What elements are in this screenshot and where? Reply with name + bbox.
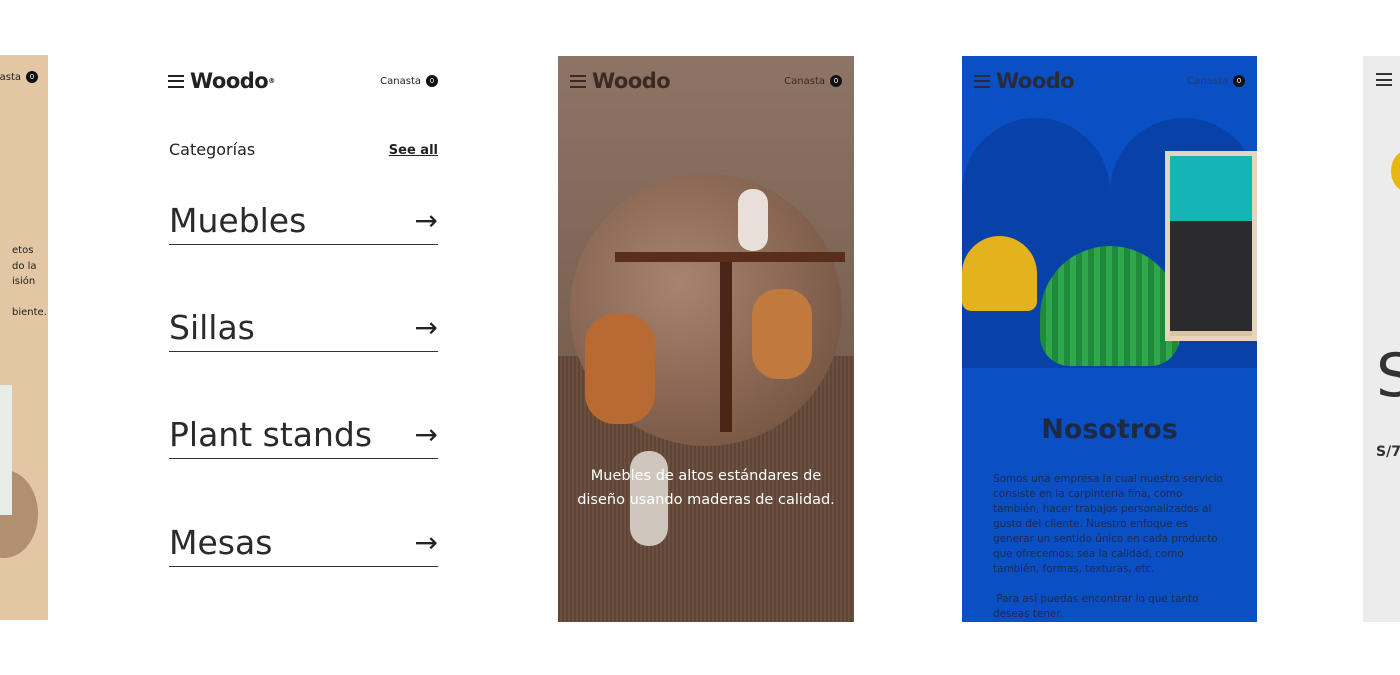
screen-hero: Woodo Canasta 0 Muebles de altos estánda… <box>558 56 854 622</box>
text-line: etos <box>12 245 34 256</box>
screen-categories: Woodo ® Canasta 0 Categorías See all Mueb… <box>150 56 455 622</box>
menu-icon[interactable] <box>974 74 990 88</box>
screen-partial-right: S S/7 <box>1363 56 1400 622</box>
category-label: Plant stands <box>169 415 373 454</box>
cart-button[interactable]: Canasta 0 <box>380 75 438 87</box>
screen-about: Woodo Canasta 0 Nosotros Somos una empre… <box>962 56 1257 622</box>
screen-partial-left: asta 0 etos do la isión biente. <box>0 55 48 620</box>
brand-name: Woodo <box>996 69 1075 93</box>
arrow-right-icon: → <box>414 525 438 559</box>
description-text: etos do la isión biente. <box>12 243 48 320</box>
arrow-right-icon: → <box>414 203 438 237</box>
product-title: S <box>1376 341 1400 411</box>
category-item[interactable]: Mesas → <box>169 523 438 567</box>
arrow-right-icon: → <box>414 417 438 451</box>
menu-icon[interactable] <box>1376 73 1392 86</box>
cart-button[interactable]: asta 0 <box>0 71 38 83</box>
arrow-right-icon: → <box>414 310 438 344</box>
caption-line: Muebles de altos estándares de <box>590 468 822 484</box>
see-all-link[interactable]: See all <box>389 143 438 158</box>
menu-icon[interactable] <box>570 74 586 88</box>
cart-button[interactable]: Canasta 0 <box>784 75 842 87</box>
category-item[interactable]: Muebles → <box>169 201 438 245</box>
text-line: biente. <box>12 306 47 318</box>
cart-button[interactable]: Canasta 0 <box>1187 75 1245 87</box>
about-paragraph: Para así puedas encontrar lo que tanto d… <box>993 593 1202 620</box>
cart-label: Canasta <box>784 75 825 87</box>
category-item[interactable]: Plant stands → <box>169 415 438 459</box>
cart-label: asta <box>0 71 21 83</box>
logo[interactable]: Woodo <box>570 69 671 93</box>
about-title: Nosotros <box>1041 414 1178 445</box>
about-paragraph: Somos una empresa la cual nuestro servic… <box>993 473 1223 575</box>
registered-mark: ® <box>268 77 275 85</box>
logo[interactable]: Woodo <box>974 69 1075 93</box>
cart-count-badge: 0 <box>1233 75 1245 87</box>
category-label: Muebles <box>169 201 307 240</box>
about-text: Somos una empresa la cual nuestro servic… <box>993 472 1231 622</box>
hero-caption: Muebles de altos estándares de diseño us… <box>558 464 854 512</box>
cart-count-badge: 0 <box>830 75 842 87</box>
product-image <box>1391 151 1400 191</box>
category-item[interactable]: Sillas → <box>169 308 438 352</box>
hero-image <box>570 174 845 446</box>
cart-count-badge: 0 <box>26 71 38 83</box>
caption-line: diseño usando maderas de calidad. <box>577 492 835 508</box>
category-label: Mesas <box>169 523 273 562</box>
plant-image <box>0 385 12 515</box>
yellow-chair-image <box>962 236 1037 311</box>
text-line: do la <box>12 260 37 272</box>
section-title: Categorías <box>169 140 256 159</box>
product-price: S/7 <box>1376 444 1400 460</box>
text-line: isión <box>12 276 36 287</box>
cart-label: Canasta <box>380 75 421 87</box>
cart-count-badge: 0 <box>426 75 438 87</box>
logo[interactable]: Woodo ® <box>168 69 275 93</box>
cabinet-image <box>1165 151 1257 341</box>
cart-label: Canasta <box>1187 75 1228 87</box>
brand-name: Woodo <box>190 69 269 93</box>
category-label: Sillas <box>169 308 255 347</box>
menu-icon[interactable] <box>168 74 184 88</box>
brand-name: Woodo <box>592 69 671 93</box>
